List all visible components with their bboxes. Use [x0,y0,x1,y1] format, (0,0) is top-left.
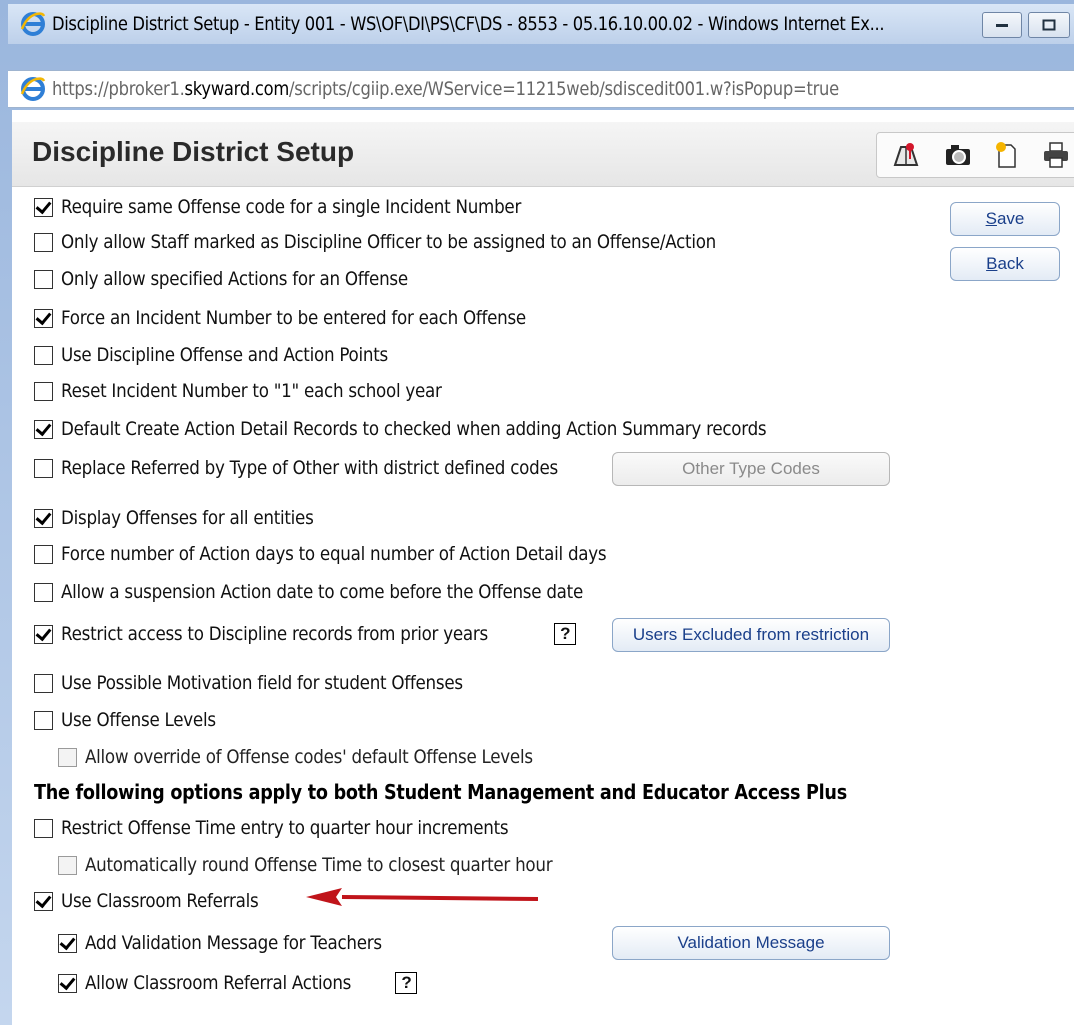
back-button-underline: B [986,254,998,273]
validation-message-button[interactable]: Validation Message [612,926,890,960]
option-label[interactable]: Require same Offense code for a single I… [61,196,521,218]
users-excluded-button[interactable]: Users Excluded from restriction [612,618,890,652]
option-label[interactable]: Reset Incident Number to "1" each school… [61,380,442,402]
option-checkbox[interactable] [34,818,53,838]
option-label[interactable]: Force number of Action days to equal num… [61,543,607,565]
option-row: Only allow Staff marked as Discipline Of… [34,227,805,257]
option-label[interactable]: Default Create Action Detail Records to … [61,418,767,440]
option-row: Force an Incident Number to be entered f… [34,303,589,333]
help-icon[interactable]: ? [395,972,418,994]
maximize-button[interactable] [1028,12,1070,38]
url-path: /scripts/cgiip.exe/WService=11215web/sdi… [289,78,839,100]
option-checkbox[interactable] [34,624,53,644]
address-bar[interactable]: https://pbroker1.skyward.com/scripts/cgi… [8,70,1074,108]
option-checkbox[interactable] [34,381,53,401]
other-type-codes-button[interactable]: Other Type Codes [612,452,890,486]
option-label[interactable]: Add Validation Message for Teachers [85,932,382,954]
back-button-label: ack [997,254,1024,273]
back-button[interactable]: Back [950,247,1060,281]
option-checkbox[interactable] [34,673,53,693]
option-row: Only allow specified Actions for an Offe… [34,264,455,294]
option-row: Add Validation Message for Teachers [58,928,422,958]
camera-icon[interactable] [943,141,973,169]
option-checkbox[interactable] [34,345,53,365]
option-checkbox[interactable] [34,308,53,328]
option-checkbox[interactable] [34,508,53,528]
option-row: Use Classroom Referrals [34,886,285,916]
option-label[interactable]: Use Classroom Referrals [61,890,259,912]
option-checkbox[interactable] [34,419,53,439]
option-label[interactable]: Automatically round Offense Time to clos… [85,854,553,876]
document-icon[interactable] [991,141,1021,169]
page-header: Discipline District Setup [12,122,1074,187]
save-button-label: ave [996,209,1025,228]
window-title: Discipline District Setup - Entity 001 -… [52,13,885,35]
option-row: Allow override of Offense codes' default… [58,742,594,772]
save-button-underline: S [985,209,997,228]
option-label[interactable]: Restrict access to Discipline records fr… [61,623,488,645]
help-map-icon[interactable] [891,141,921,169]
option-label[interactable]: Display Offenses for all entities [61,507,314,529]
option-row: Force number of Action days to equal num… [34,539,681,569]
option-row: Restrict Offense Time entry to quarter h… [34,813,569,843]
option-row: Display Offenses for all entities [34,503,348,533]
option-checkbox[interactable] [58,973,77,993]
page-title: Discipline District Setup [32,136,355,167]
option-checkbox[interactable] [34,544,53,564]
option-checkbox[interactable] [34,197,53,217]
option-label[interactable]: Use Possible Motivation field for studen… [61,672,463,694]
option-checkbox[interactable] [34,891,53,911]
option-checkbox[interactable] [34,582,53,602]
page-favicon-icon [20,76,46,102]
option-row: Automatically round Offense Time to clos… [58,850,616,880]
internet-explorer-icon [20,11,46,37]
option-row: Require same Offense code for a single I… [34,192,584,222]
red-arrow-annotation [306,888,539,906]
popup-page: Discipline District Setup Require same O… [12,110,1074,1025]
toolbar-icons [876,132,1074,178]
option-row: Reset Incident Number to "1" each school… [34,376,494,406]
option-label[interactable]: Only allow Staff marked as Discipline Of… [61,231,716,253]
option-row: Allow Classroom Referral Actions? [58,968,418,998]
option-checkbox[interactable] [34,232,53,252]
option-label[interactable]: Restrict Offense Time entry to quarter h… [61,817,509,839]
url-prefix: https://pbroker1. [52,78,185,100]
print-icon[interactable] [1041,141,1071,169]
option-checkbox [58,747,77,767]
option-row: Default Create Action Detail Records to … [34,414,863,444]
option-checkbox[interactable] [34,269,53,289]
option-row: Allow a suspension Action date to come b… [34,577,654,607]
help-icon[interactable]: ? [554,623,577,645]
option-label[interactable]: Allow override of Offense codes' default… [85,746,533,768]
option-row: Use Offense Levels [34,705,237,735]
url-domain: skyward.com [184,78,290,100]
option-checkbox [58,855,77,875]
option-checkbox[interactable] [34,458,53,478]
option-row: Use Possible Motivation field for studen… [34,668,518,698]
option-label[interactable]: Use Offense Levels [61,709,216,731]
window-titlebar: Discipline District Setup - Entity 001 -… [8,4,1074,44]
url-text: https://pbroker1.skyward.com/scripts/cgi… [52,78,839,100]
option-checkbox[interactable] [58,933,77,953]
option-checkbox[interactable] [34,710,53,730]
section-heading: The following options apply to both Stud… [34,780,847,804]
option-label[interactable]: Allow a suspension Action date to come b… [61,581,583,603]
option-row: Use Discipline Offense and Action Points [34,340,433,370]
save-button[interactable]: Save [950,202,1060,236]
option-label[interactable]: Only allow specified Actions for an Offe… [61,268,408,290]
option-label[interactable]: Replace Referred by Type of Other with d… [61,457,558,479]
option-row: Replace Referred by Type of Other with d… [34,453,626,483]
option-row: Restrict access to Discipline records fr… [34,619,577,649]
option-label[interactable]: Use Discipline Offense and Action Points [61,344,388,366]
minimize-button[interactable] [982,12,1022,38]
option-label[interactable]: Force an Incident Number to be entered f… [61,307,526,329]
option-label[interactable]: Allow Classroom Referral Actions [85,972,351,994]
